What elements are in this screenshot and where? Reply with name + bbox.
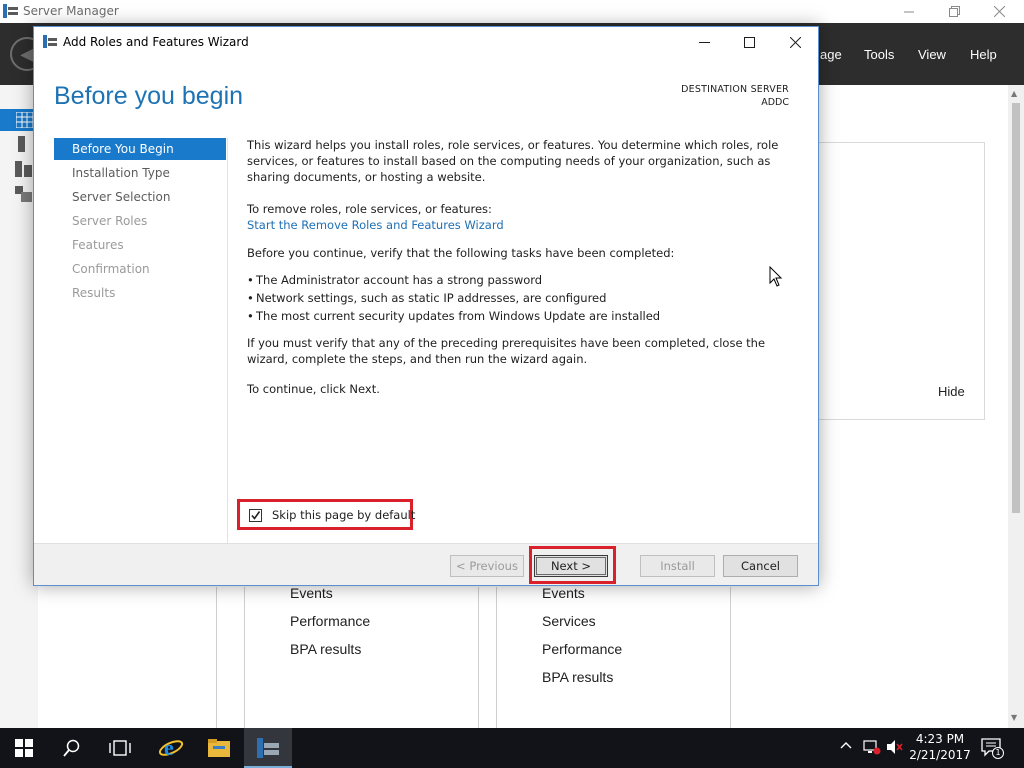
intro-text: This wizard helps you install roles, rol… (247, 138, 779, 184)
wizard-minimize-icon[interactable] (681, 27, 727, 57)
show-hidden-icons-icon[interactable] (840, 739, 852, 754)
server-manager-taskbar-button[interactable] (244, 728, 292, 768)
bullet-text: Network settings, such as static IP addr… (256, 291, 607, 305)
add-roles-wizard-dialog: Add Roles and Features Wizard Before you… (33, 26, 819, 586)
bullet-text: The Administrator account has a strong p… (256, 273, 543, 287)
step-server-roles: Server Roles (72, 214, 148, 228)
roles-tile-right (496, 587, 731, 728)
remove-wizard-link[interactable]: Start the Remove Roles and Features Wiza… (247, 217, 799, 233)
taskbar: e 4:23 PM 2/21/2017 1 (0, 728, 1024, 768)
skip-page-label[interactable]: Skip this page by default (272, 508, 415, 522)
wizard-footer: < Previous Next > Install Cancel (34, 543, 818, 585)
server-manager-scrollbar[interactable]: ▲ ▼ (1008, 85, 1024, 728)
bullet-text: The most current security updates from W… (256, 309, 661, 323)
hide-link[interactable]: Hide (938, 384, 965, 399)
scroll-down-icon[interactable]: ▼ (1011, 713, 1017, 722)
menu-view[interactable]: View (918, 47, 946, 62)
step-results: Results (72, 286, 116, 300)
wizard-app-icon (43, 35, 57, 48)
all-servers-icon[interactable] (15, 161, 33, 177)
svg-text:e: e (164, 736, 174, 760)
step-confirmation: Confirmation (72, 262, 150, 276)
internet-explorer-icon: e (158, 736, 184, 760)
step-server-selection[interactable]: Server Selection (54, 186, 226, 208)
install-button[interactable]: Install (640, 555, 715, 577)
skip-page-checkbox[interactable] (249, 509, 262, 522)
tile-right-services[interactable]: Services (542, 613, 596, 629)
menu-tools[interactable]: Tools (864, 47, 894, 62)
notification-count-badge: 1 (992, 747, 1004, 759)
dashboard-icon (16, 112, 33, 128)
tile-right-bpa[interactable]: BPA results (542, 669, 613, 685)
file-explorer-button[interactable] (195, 728, 243, 768)
roles-tile-left (244, 587, 479, 728)
bullet-dot-icon: • (247, 291, 254, 305)
wizard-title: Add Roles and Features Wizard (63, 35, 249, 49)
close-icon[interactable] (976, 0, 1022, 23)
menu-manage[interactable]: age (820, 47, 842, 62)
verify-text: Before you continue, verify that the fol… (247, 246, 675, 260)
start-button[interactable] (0, 728, 48, 768)
taskbar-clock[interactable]: 4:23 PM 2/21/2017 (905, 731, 975, 763)
server-manager-icon (3, 4, 18, 18)
bullet-dot-icon: • (247, 273, 254, 287)
step-features: Features (72, 238, 124, 252)
previous-button[interactable]: < Previous (450, 555, 524, 577)
scroll-thumb[interactable] (1012, 103, 1020, 513)
destination-server-value: ADDC (761, 97, 789, 108)
file-storage-icon[interactable] (15, 186, 33, 202)
prereq-text: If you must verify that any of the prece… (247, 336, 766, 366)
server-manager-taskbar-icon (257, 738, 279, 758)
tile-left-performance[interactable]: Performance (290, 613, 370, 629)
task-view-button[interactable] (96, 728, 144, 768)
page-title: Before you begin (54, 82, 244, 110)
restore-icon[interactable] (931, 0, 977, 23)
clock-time: 4:23 PM (915, 732, 965, 746)
checkmark-icon (251, 511, 261, 520)
bullet-dot-icon: • (247, 309, 254, 323)
search-button[interactable] (48, 728, 96, 768)
tile-left-events[interactable]: Events (290, 585, 333, 601)
continue-text: To continue, click Next. (247, 382, 380, 396)
volume-muted-icon[interactable] (886, 739, 904, 759)
tile-right-performance[interactable]: Performance (542, 641, 622, 657)
wizard-maximize-icon[interactable] (726, 27, 772, 57)
remove-text: To remove roles, role services, or featu… (247, 202, 492, 216)
server-manager-title: Server Manager (23, 4, 119, 18)
skip-page-highlight: Skip this page by default (237, 499, 415, 530)
folder-icon (208, 739, 230, 757)
destination-server-label: DESTINATION SERVER (681, 84, 789, 95)
next-button[interactable]: Next > (534, 555, 608, 577)
menu-help[interactable]: Help (970, 47, 997, 62)
step-installation-type[interactable]: Installation Type (54, 162, 226, 184)
action-center-button[interactable]: 1 (980, 736, 1004, 760)
network-icon[interactable] (863, 739, 881, 759)
tile-right-events[interactable]: Events (542, 585, 585, 601)
internet-explorer-button[interactable]: e (147, 728, 195, 768)
step-before-you-begin[interactable]: Before You Begin (54, 138, 226, 160)
clock-date: 2/21/2017 (909, 748, 971, 762)
search-icon (63, 739, 80, 757)
steps-divider (227, 138, 228, 543)
welcome-tile (818, 142, 985, 420)
mouse-cursor-icon (769, 266, 783, 287)
cancel-button[interactable]: Cancel (723, 555, 798, 577)
wizard-titlebar[interactable]: Add Roles and Features Wizard (34, 27, 818, 57)
server-manager-titlebar: Server Manager (0, 0, 1024, 23)
windows-logo-icon (15, 739, 33, 757)
wizard-close-icon[interactable] (772, 27, 818, 57)
tile-left-bpa[interactable]: BPA results (290, 641, 361, 657)
scroll-up-icon[interactable]: ▲ (1011, 89, 1017, 98)
minimize-icon[interactable] (886, 0, 932, 23)
task-view-icon (109, 740, 131, 756)
